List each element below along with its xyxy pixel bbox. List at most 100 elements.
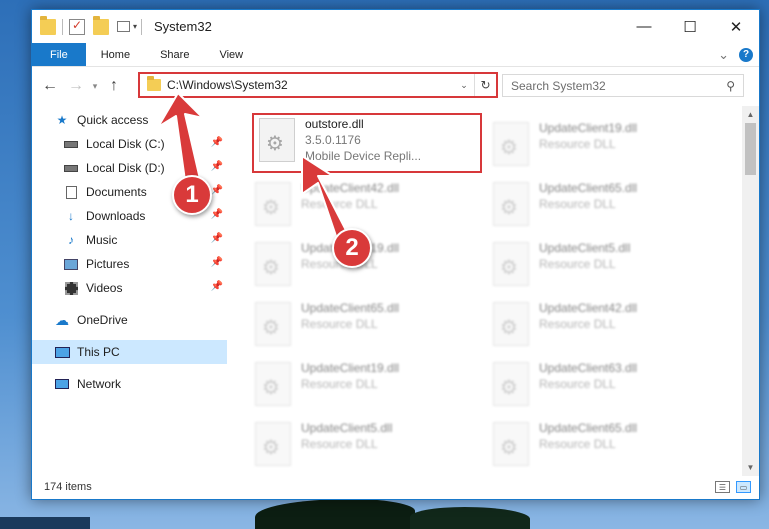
help-icon[interactable]: ? (739, 47, 753, 62)
title-bar: ▾ System32 — ☐ ✕ (32, 10, 759, 43)
folder-icon[interactable] (40, 15, 56, 35)
scrollbar-thumb[interactable] (745, 123, 756, 175)
file-tile[interactable]: UpdateClient65.dll Resource DLL (483, 176, 713, 236)
quick-access-toolbar: ▾ (32, 15, 148, 35)
file-tile-outstore[interactable]: outstore.dll 3.5.0.1176 Mobile Device Re… (252, 113, 482, 173)
file-tile[interactable]: UpdateClient19.dll Resource DLL (245, 356, 475, 416)
file-tile[interactable]: UpdateClient19.dll Resource DLL (483, 116, 713, 176)
file-tile[interactable]: UpdateClient65.dll Resource DLL (245, 296, 475, 356)
tab-file[interactable]: File (32, 43, 86, 66)
dll-file-icon (255, 362, 291, 406)
sidebar-item-music[interactable]: ♪ Music 📌 (32, 228, 227, 252)
sidebar-item-label: Music (86, 233, 118, 247)
documents-icon (63, 185, 79, 199)
refresh-icon[interactable]: ↻ (474, 74, 496, 96)
sidebar-item-local-disk-c[interactable]: Local Disk (C:) 📌 (32, 132, 227, 156)
sidebar-item-label: Downloads (86, 209, 146, 223)
file-tile[interactable]: UpdateClient63.dll Resource DLL (483, 356, 713, 416)
dll-file-icon (493, 182, 529, 226)
customize-toolbar-icon[interactable] (117, 21, 130, 32)
sidebar-item-onedrive[interactable]: ☁ OneDrive (32, 308, 227, 332)
up-arrow-icon[interactable]: ↑ (101, 73, 127, 99)
pin-icon[interactable]: 📌 (211, 233, 223, 244)
file-tile[interactable]: UpdateClient65.dll Resource DLL (483, 416, 713, 468)
pin-icon[interactable]: 📌 (211, 257, 223, 268)
taskbar-strip (0, 517, 90, 529)
sidebar-item-videos[interactable]: Videos 📌 (32, 276, 227, 300)
address-path[interactable]: C:\Windows\System32 (167, 78, 454, 92)
chevron-down-icon[interactable]: ⌄ (454, 80, 474, 91)
navigation-bar: ← → ▾ ↑ C:\Windows\System32 ⌄ ↻ ⚲ (32, 67, 759, 105)
file-type: Resource DLL (539, 437, 616, 451)
sidebar-item-label: Network (77, 377, 122, 391)
toolbar-divider (62, 18, 63, 35)
window-controls: — ☐ ✕ (621, 10, 759, 43)
back-arrow-icon[interactable]: ← (37, 73, 63, 99)
file-type: Resource DLL (301, 377, 378, 391)
pictures-icon (63, 257, 79, 271)
sidebar-item-label: OneDrive (77, 313, 128, 327)
file-name: UpdateClient65.dll (539, 421, 638, 435)
toolbar-divider (141, 18, 143, 35)
maximize-button[interactable]: ☐ (667, 10, 713, 43)
sidebar-item-this-pc[interactable]: This PC (32, 340, 227, 364)
scroll-down-icon[interactable]: ▼ (742, 459, 759, 476)
expand-ribbon-icon[interactable]: ⌄ (718, 47, 729, 63)
tab-home[interactable]: Home (86, 43, 145, 66)
details-view-icon[interactable]: ☰ (715, 481, 730, 493)
tiles-view-icon[interactable]: ▭ (736, 481, 751, 493)
item-count: 174 items (44, 481, 92, 493)
recent-locations-icon[interactable]: ▾ (89, 73, 101, 99)
dll-file-icon (493, 302, 529, 346)
dll-file-icon (493, 362, 529, 406)
search-icon[interactable]: ⚲ (726, 79, 735, 93)
ribbon-right: ⌄ ? (718, 43, 759, 66)
vertical-scrollbar[interactable]: ▲ ▼ (742, 106, 759, 476)
address-bar[interactable]: C:\Windows\System32 ⌄ ↻ (138, 72, 498, 98)
pin-icon[interactable]: 📌 (211, 137, 223, 148)
star-icon: ★ (56, 113, 68, 127)
file-type: Resource DLL (301, 197, 378, 211)
search-input[interactable] (511, 78, 727, 93)
forward-arrow-icon[interactable]: → (63, 73, 89, 99)
sidebar-item-label: Quick access (77, 113, 149, 127)
file-tile[interactable]: UpdateClient5.dll Resource DLL (245, 416, 475, 468)
cloud-icon: ☁ (55, 311, 69, 328)
minimize-button[interactable]: — (621, 10, 667, 43)
sidebar-item-pictures[interactable]: Pictures 📌 (32, 252, 227, 276)
dll-file-icon (493, 242, 529, 286)
file-tile[interactable]: UpdateClient42.dll Resource DLL (245, 176, 475, 236)
file-version: 3.5.0.1176 (305, 133, 361, 147)
sidebar-item-label: Pictures (86, 257, 130, 271)
step-2-badge: 2 (332, 228, 372, 268)
pin-icon[interactable]: 📌 (211, 185, 223, 196)
file-type: Resource DLL (539, 317, 616, 331)
sidebar-item-quick-access[interactable]: ★ Quick access (32, 108, 227, 132)
file-list: outstore.dll 3.5.0.1176 Mobile Device Re… (237, 106, 741, 468)
scroll-up-icon[interactable]: ▲ (742, 106, 759, 123)
file-tile[interactable]: UpdateClient42.dll Resource DLL (483, 296, 713, 356)
close-button[interactable]: ✕ (713, 10, 759, 43)
file-name: UpdateClient5.dll (539, 241, 631, 255)
search-box[interactable]: ⚲ (502, 74, 744, 97)
chevron-down-icon[interactable]: ▾ (133, 22, 137, 31)
dll-file-icon (493, 422, 529, 466)
tab-view[interactable]: View (204, 43, 258, 66)
sidebar-item-network[interactable]: Network (32, 372, 227, 396)
new-folder-icon[interactable] (93, 15, 109, 35)
file-name: UpdateClient42.dll (301, 181, 400, 195)
window-title: System32 (154, 19, 212, 34)
file-explorer-window: ▾ System32 — ☐ ✕ File Home Share View ⌄ … (31, 9, 760, 500)
file-description: Mobile Device Repli... (305, 149, 422, 163)
pin-icon[interactable]: 📌 (211, 281, 223, 292)
status-bar: 174 items ☰ ▭ (32, 475, 759, 499)
view-switcher: ☰ ▭ (715, 481, 759, 493)
tab-share[interactable]: Share (145, 43, 204, 66)
pin-icon[interactable]: 📌 (211, 161, 223, 172)
sidebar-item-label: Local Disk (D:) (86, 161, 165, 175)
sidebar-item-label: Videos (86, 281, 123, 295)
properties-icon[interactable] (69, 18, 85, 35)
file-tile[interactable]: UpdateClient5.dll Resource DLL (483, 236, 713, 296)
dll-file-icon (255, 302, 291, 346)
pin-icon[interactable]: 📌 (211, 209, 223, 220)
